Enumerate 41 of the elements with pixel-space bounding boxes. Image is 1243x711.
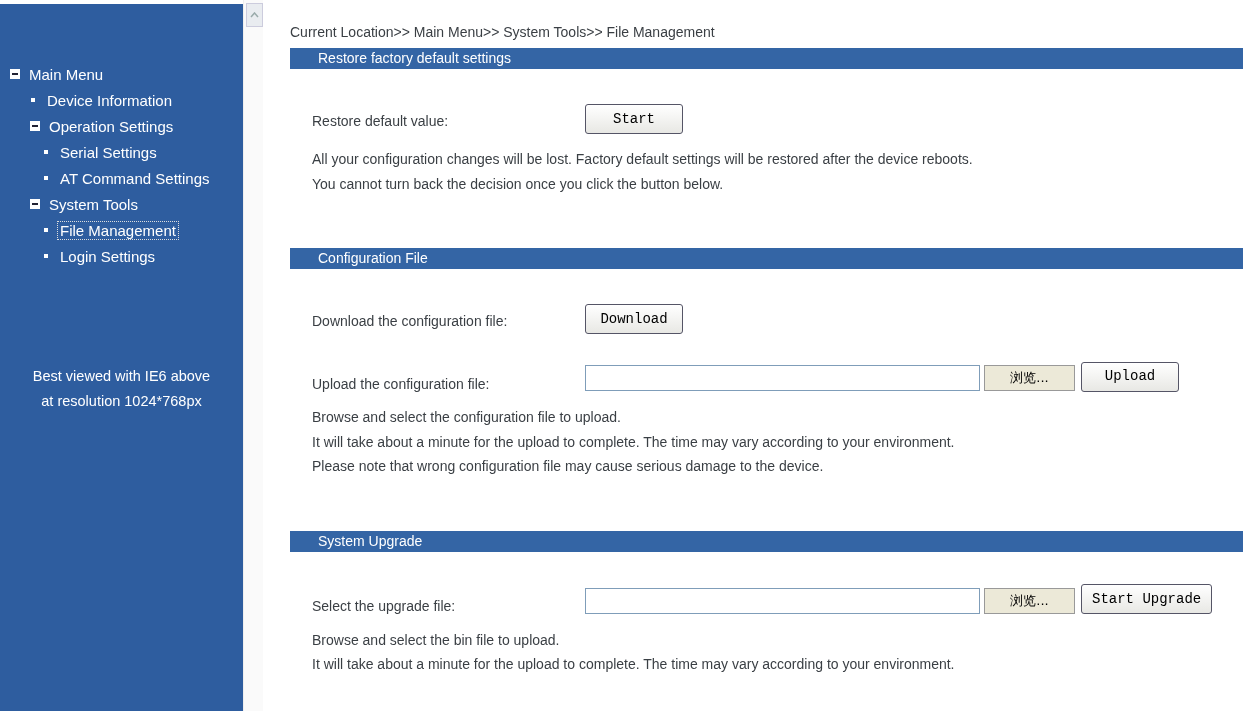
section-header: Configuration File xyxy=(290,248,1243,269)
field-label: Upload the configuration file: xyxy=(312,374,491,394)
bullet-icon xyxy=(44,254,48,258)
file-path-field[interactable] xyxy=(585,587,980,614)
collapse-icon[interactable] xyxy=(30,199,40,209)
bullet-icon xyxy=(44,228,48,232)
menu-item[interactable]: Operation Settings xyxy=(46,116,177,136)
browse-button[interactable]: 浏览... xyxy=(984,587,1075,614)
section-header: Restore factory default settings xyxy=(290,48,1243,69)
field-label: Restore default value: xyxy=(312,111,450,131)
help-text: All your configuration changes will be lost. Factory default settings will be restored after the device reboots. xyxy=(311,150,974,169)
menu-item[interactable]: Login Settings xyxy=(57,246,159,266)
help-text: It will take about a minute for the upload to complete. The time may vary according to your environment. xyxy=(311,655,956,674)
browse-button[interactable]: 浏览... xyxy=(984,365,1075,391)
sidebar-note: Best viewed with IE6 above xyxy=(31,367,212,386)
file-path-field[interactable] xyxy=(585,365,980,391)
help-text: It will take about a minute for the upload to complete. The time may vary according to your environment. xyxy=(311,432,956,452)
breadcrumb: Current Location>> Main Menu>> System Tools>> File Management xyxy=(290,23,716,42)
action-button[interactable]: Start xyxy=(585,104,683,134)
field-label: Download the configuration file: xyxy=(312,311,509,331)
bullet-icon xyxy=(44,176,48,180)
help-text: You cannot turn back the decision once you click the button below. xyxy=(311,174,725,194)
menu-item[interactable]: Serial Settings xyxy=(57,142,160,162)
collapse-icon[interactable] xyxy=(10,69,20,79)
field-label: Select the upgrade file: xyxy=(312,597,457,616)
menu-item[interactable]: Main Menu xyxy=(26,64,107,84)
sidebar-note: at resolution 1024*768px xyxy=(40,392,203,411)
bullet-icon xyxy=(31,98,35,102)
collapse-icon[interactable] xyxy=(30,121,40,131)
bullet-icon xyxy=(44,150,48,154)
menu-item[interactable]: AT Command Settings xyxy=(57,168,213,188)
help-text: Browse and select the bin file to upload. xyxy=(311,630,561,650)
action-button[interactable]: Download xyxy=(585,304,683,334)
menu-item[interactable]: Device Information xyxy=(44,90,176,110)
help-text: Browse and select the configuration file to upload. xyxy=(311,408,622,427)
help-text: Please note that wrong configuration file may cause serious damage to the device. xyxy=(311,457,825,476)
menu-item[interactable]: System Tools xyxy=(46,194,141,214)
action-button[interactable]: Upload xyxy=(1081,361,1179,392)
action-button[interactable]: Start Upgrade xyxy=(1081,584,1213,614)
section-header: System Upgrade xyxy=(290,530,1243,552)
menu-item[interactable]: File Management xyxy=(57,220,179,240)
